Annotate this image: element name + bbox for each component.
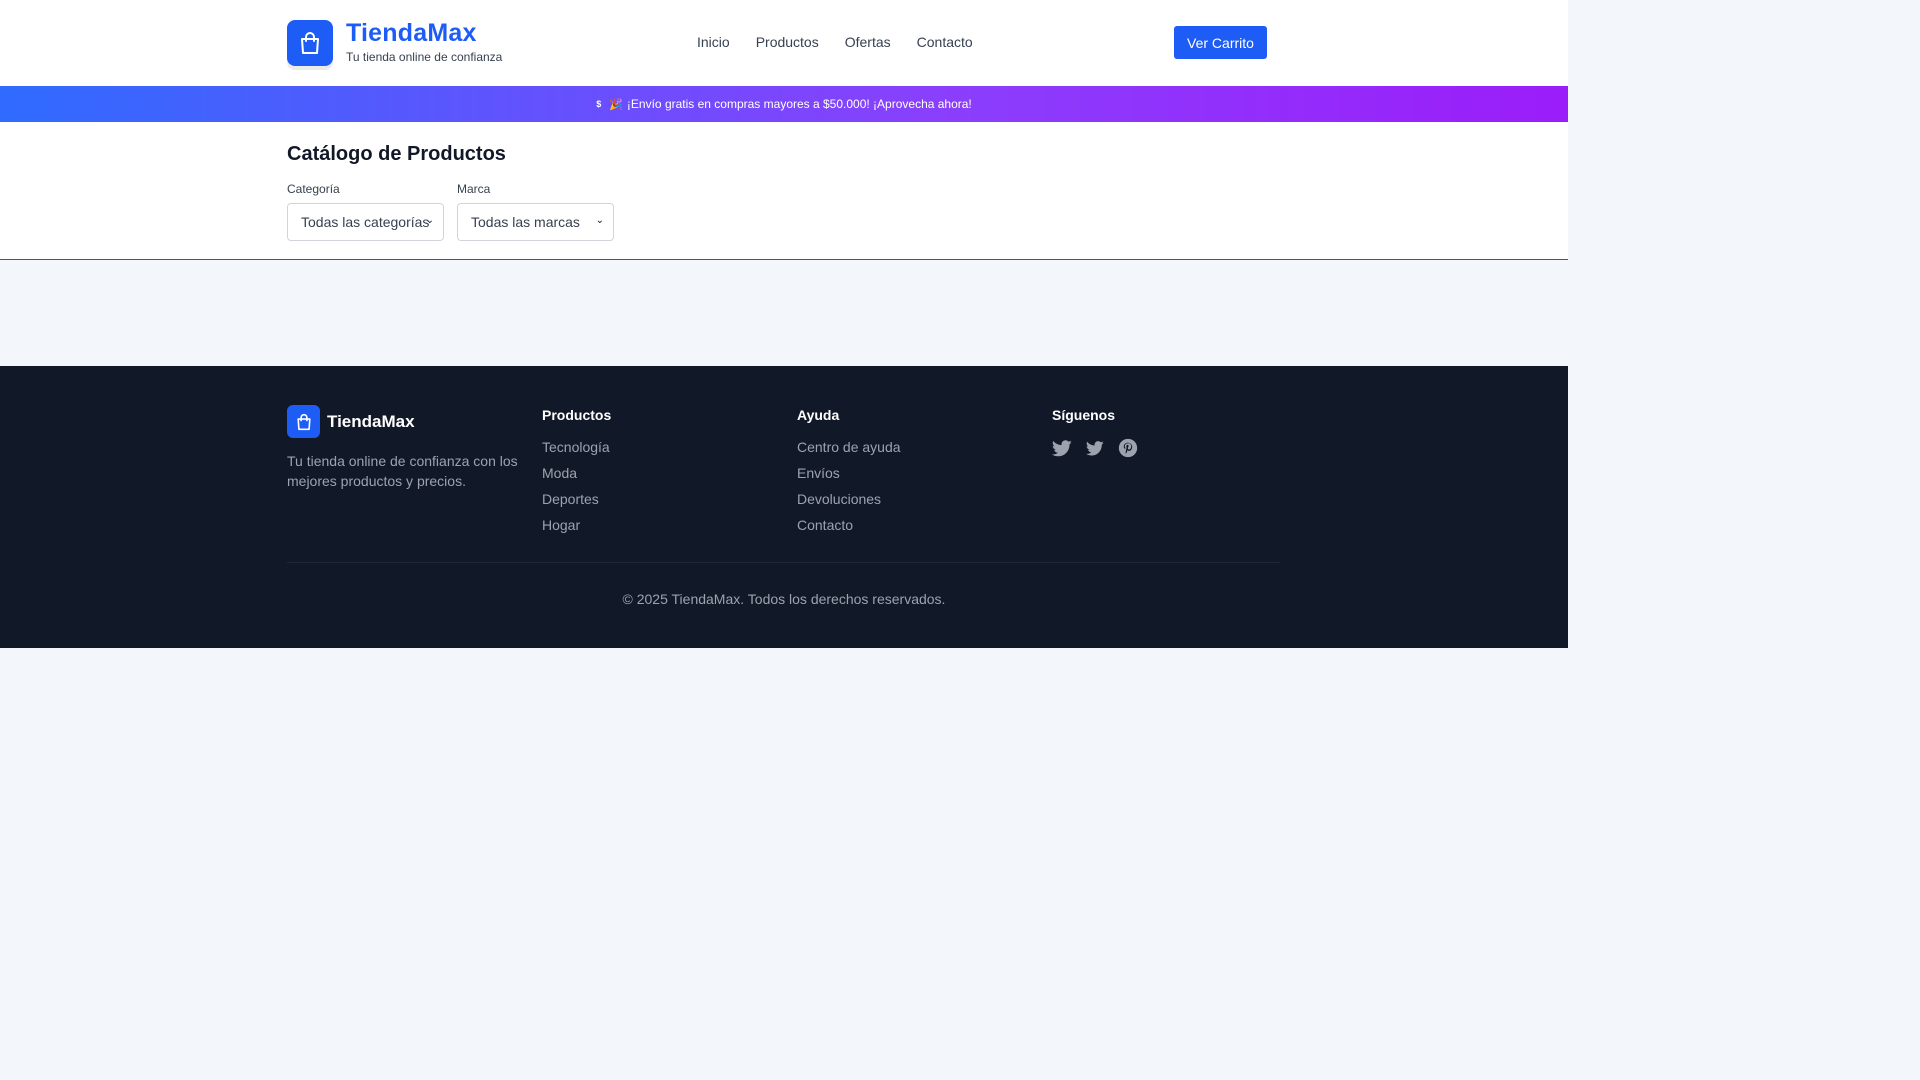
catalog-section: Catálogo de Productos Categoría Todas la… bbox=[0, 122, 1568, 260]
site-footer: TiendaMax Tu tienda online de confianza … bbox=[0, 366, 1568, 648]
footer-help-title: Ayuda bbox=[797, 407, 840, 423]
main-nav: Inicio Productos Ofertas Contacto bbox=[697, 34, 973, 50]
category-select-value: Todas las categorías bbox=[301, 214, 430, 230]
footer-description: Tu tienda online de confianza con los me… bbox=[287, 453, 518, 489]
footer-link-deportes[interactable]: Deportes bbox=[542, 491, 610, 517]
shopping-bag-logo-icon bbox=[287, 405, 320, 438]
shopping-bag-logo-icon[interactable] bbox=[287, 20, 333, 66]
page-title: Catálogo de Productos bbox=[287, 143, 506, 165]
brand-select-value: Todas las marcas bbox=[471, 214, 580, 230]
chevron-down-icon: ⌄ bbox=[595, 215, 604, 226]
nav-link-ofertas[interactable]: Ofertas bbox=[845, 34, 891, 50]
footer-link-contacto[interactable]: Contacto bbox=[797, 517, 901, 543]
view-cart-button[interactable]: Ver Carrito bbox=[1174, 26, 1267, 59]
category-select[interactable]: Todas las categorías ⌄ bbox=[287, 203, 444, 241]
pinterest-icon[interactable] bbox=[1118, 438, 1138, 458]
nav-link-inicio[interactable]: Inicio bbox=[697, 34, 730, 50]
footer-link-centro-de-ayuda[interactable]: Centro de ayuda bbox=[797, 439, 901, 465]
footer-link-tecnologia[interactable]: Tecnología bbox=[542, 439, 610, 465]
footer-help-list: Centro de ayuda Envíos Devoluciones Cont… bbox=[797, 439, 901, 543]
brand-title[interactable]: TiendaMax bbox=[346, 19, 477, 48]
brand-select[interactable]: Todas las marcas ⌄ bbox=[457, 203, 614, 241]
category-filter-label: Categoría bbox=[287, 182, 340, 196]
nav-link-productos[interactable]: Productos bbox=[756, 34, 819, 50]
social-links bbox=[1052, 438, 1138, 458]
footer-products-list: Tecnología Moda Deportes Hogar bbox=[542, 439, 610, 543]
footer-link-devoluciones[interactable]: Devoluciones bbox=[797, 491, 901, 517]
brand-subtitle: Tu tienda online de confianza bbox=[346, 50, 503, 64]
site-header: TiendaMax Tu tienda online de confianza … bbox=[0, 0, 1568, 86]
dollar-icon: $ bbox=[596, 99, 602, 109]
party-popper-icon: 🎉 bbox=[609, 98, 623, 111]
footer-link-hogar[interactable]: Hogar bbox=[542, 517, 610, 543]
footer-copyright: © 2025 TiendaMax. Todos los derechos res… bbox=[622, 591, 946, 607]
twitter-icon[interactable] bbox=[1052, 439, 1072, 457]
footer-link-moda[interactable]: Moda bbox=[542, 465, 610, 491]
footer-link-envios[interactable]: Envíos bbox=[797, 465, 901, 491]
footer-social-title: Síguenos bbox=[1052, 407, 1116, 423]
brand-filter-label: Marca bbox=[457, 182, 491, 196]
promo-banner: $ 🎉 ¡Envío gratis en compras mayores a $… bbox=[0, 86, 1568, 122]
twitter-icon[interactable] bbox=[1086, 440, 1104, 456]
footer-divider bbox=[287, 562, 1280, 563]
promo-text: ¡Envío gratis en compras mayores a $50.0… bbox=[626, 97, 972, 111]
footer-products-title: Productos bbox=[542, 407, 612, 423]
chevron-down-icon: ⌄ bbox=[425, 215, 434, 226]
footer-brand: TiendaMax bbox=[327, 412, 415, 431]
nav-link-contacto[interactable]: Contacto bbox=[917, 34, 973, 50]
